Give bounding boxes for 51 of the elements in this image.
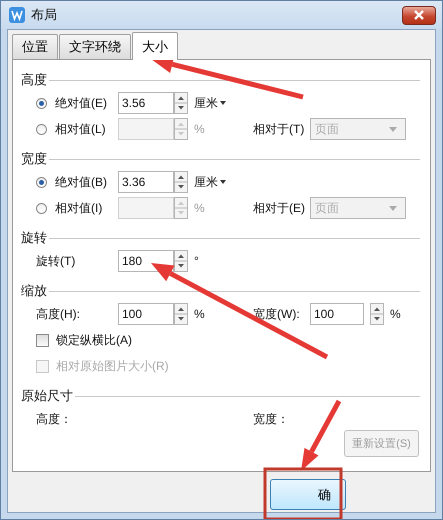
number-field[interactable]: 100 xyxy=(310,303,364,325)
unit-label: % xyxy=(194,122,205,136)
radio-label: 绝对值(E) xyxy=(55,94,107,112)
close-button[interactable] xyxy=(402,6,436,24)
radio-label: 相对值(I) xyxy=(55,200,102,216)
number-field[interactable]: 100 xyxy=(118,303,174,325)
dropdown-caret-icon[interactable] xyxy=(220,101,226,105)
spin-buttons-icon[interactable] xyxy=(174,92,188,114)
section-title: 原始尺寸 xyxy=(21,387,73,405)
section-title: 宽度 xyxy=(21,150,47,168)
section-title: 旋转 xyxy=(21,229,47,247)
tab[interactable]: 位置 xyxy=(12,34,58,59)
info-label: 宽度： xyxy=(253,412,289,426)
tab[interactable]: 文字环绕 xyxy=(59,34,131,59)
dropdown-caret-icon[interactable] xyxy=(220,180,226,184)
unit-label: % xyxy=(390,307,401,321)
annotation-arrow xyxy=(301,400,342,471)
spin-buttons-icon[interactable] xyxy=(174,303,188,325)
window-title: 布局 xyxy=(31,6,57,24)
field-label: 高度(H): xyxy=(36,306,80,322)
number-field[interactable]: 3.56 xyxy=(118,92,174,114)
spin-buttons-icon[interactable] xyxy=(174,171,188,193)
unit-label: % xyxy=(194,307,205,321)
app-logo-icon xyxy=(9,7,25,23)
unit-label: % xyxy=(194,201,205,215)
checkbox-label: 锁定纵横比(A) xyxy=(56,332,132,348)
section-title: 缩放 xyxy=(21,282,47,300)
close-icon xyxy=(414,10,424,20)
radio-button[interactable] xyxy=(36,176,47,188)
relative-to-label: 相对于(T) xyxy=(253,122,304,136)
ok-button[interactable]: 确 xyxy=(270,479,346,510)
tab[interactable]: 大小 xyxy=(132,32,178,60)
unit-label: 厘米 xyxy=(194,174,218,190)
radio-button[interactable] xyxy=(36,202,47,214)
number-field[interactable]: 3.36 xyxy=(118,171,174,193)
unit-label: 厘米 xyxy=(194,94,218,112)
spin-buttons-icon[interactable] xyxy=(174,250,188,272)
caret-icon xyxy=(389,126,397,132)
caret-icon xyxy=(389,206,397,210)
checkbox-label: 相对原始图片大小(R) xyxy=(56,358,169,374)
info-label: 高度： xyxy=(36,412,72,426)
radio-label: 绝对值(B) xyxy=(55,174,107,190)
unit-label: ° xyxy=(194,254,199,268)
radio-label: 相对值(L) xyxy=(55,120,106,138)
checkbox[interactable] xyxy=(36,334,49,346)
section-title: 高度 xyxy=(21,71,47,89)
radio-button[interactable] xyxy=(36,124,47,134)
spin-buttons-icon[interactable] xyxy=(370,303,384,325)
field-label: 旋转(T) xyxy=(36,252,76,270)
radio-button[interactable] xyxy=(36,98,47,108)
relative-to-label: 相对于(E) xyxy=(253,200,305,214)
